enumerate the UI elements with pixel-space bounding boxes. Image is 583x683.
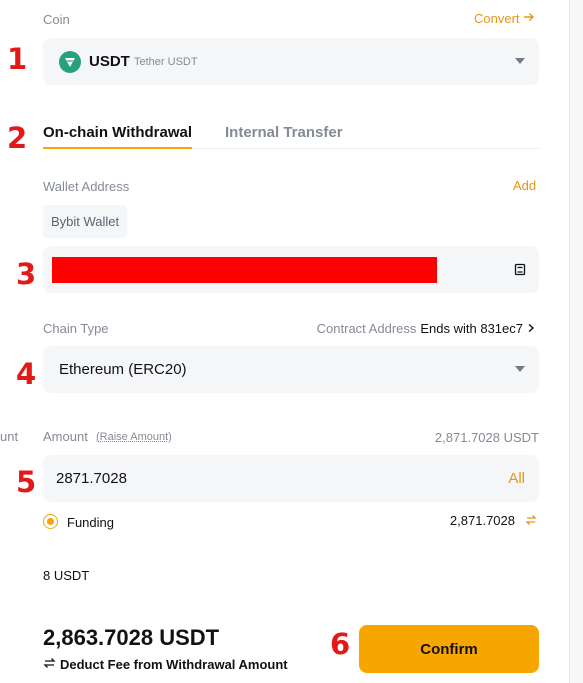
amount-side-label: unt: [0, 429, 19, 444]
marker-5: 5: [16, 465, 37, 499]
funding-balance: 2,871.7028: [449, 513, 515, 528]
chain-select[interactable]: Ethereum (ERC20): [43, 346, 539, 393]
network-fee: 8 USDT: [43, 568, 90, 583]
contract-address-value: Ends with 831ec7: [420, 321, 523, 336]
chevron-down-icon: [515, 366, 525, 372]
raise-amount-link[interactable]: (Raise Amount): [96, 431, 172, 443]
coin-symbol: USDT: [89, 53, 130, 70]
wallet-address-input[interactable]: [43, 246, 539, 293]
marker-2: 2: [7, 121, 28, 155]
swap-icon[interactable]: [525, 513, 537, 531]
wallet-address-label: Wallet Address: [43, 179, 130, 194]
chevron-down-icon: [515, 58, 525, 64]
deduct-fee-label: Deduct Fee from Withdrawal Amount: [60, 657, 288, 672]
chain-type-label: Chain Type: [43, 321, 109, 336]
marker-3: 3: [16, 257, 37, 291]
amount-input[interactable]: 2871.7028 All: [43, 455, 539, 502]
receive-total: 2,863.7028 USDT: [43, 625, 220, 650]
amount-label: Amount: [43, 429, 88, 444]
add-address-link[interactable]: Add: [513, 178, 536, 193]
contract-address-label: Contract Address: [316, 321, 417, 336]
chevron-right-icon: [527, 321, 535, 336]
address-redaction: [52, 257, 437, 283]
coin-name: Tether USDT: [134, 56, 198, 68]
tab-internal-transfer[interactable]: Internal Transfer: [225, 124, 343, 141]
coin-select[interactable]: USDT Tether USDT: [43, 38, 539, 85]
marker-1: 1: [7, 42, 28, 76]
marker-4: 4: [16, 357, 37, 391]
available-balance: 2,871.7028 USDT: [434, 430, 539, 445]
withdraw-form: { "coin": { "label": "Coin", "convert_la…: [0, 0, 583, 683]
all-button[interactable]: All: [508, 470, 525, 487]
funding-radio[interactable]: [43, 514, 58, 529]
swap-icon: [43, 657, 56, 672]
radio-dot: [47, 518, 54, 525]
contract-address-link[interactable]: Contract Address Ends with 831ec7: [317, 321, 535, 336]
tab-on-chain-withdrawal[interactable]: On-chain Withdrawal: [43, 124, 193, 149]
marker-6: 6: [330, 627, 351, 661]
confirm-button[interactable]: Confirm: [359, 625, 539, 673]
deduct-fee-toggle[interactable]: Deduct Fee from Withdrawal Amount: [43, 657, 288, 672]
amount-value: 2871.7028: [56, 470, 127, 487]
address-book-icon[interactable]: [514, 263, 526, 281]
funding-label: Funding: [67, 515, 114, 530]
convert-label: Convert: [474, 11, 520, 26]
bybit-wallet-chip[interactable]: Bybit Wallet: [43, 205, 128, 238]
chain-selected: Ethereum (ERC20): [59, 361, 187, 378]
arrow-right-icon: [523, 11, 535, 26]
coin-label: Coin: [43, 12, 70, 27]
convert-link[interactable]: Convert: [474, 11, 535, 26]
tether-icon: [59, 51, 81, 73]
scrollbar[interactable]: [569, 0, 583, 683]
